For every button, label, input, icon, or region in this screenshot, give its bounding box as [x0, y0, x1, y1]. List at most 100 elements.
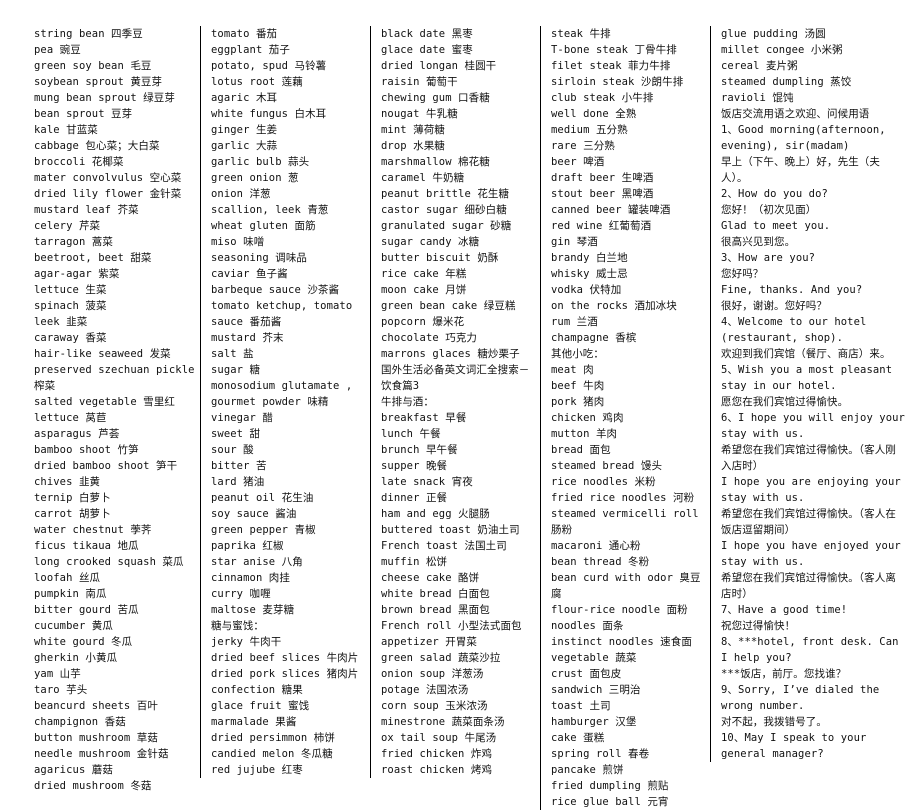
vocabulary-entry: needle mushroom 金针菇	[34, 748, 169, 760]
vocabulary-entry: lettuce 莴苣	[34, 412, 107, 424]
vocabulary-entry: flour-rice noodle 面粉	[551, 604, 688, 616]
vocabulary-entry: caramel 牛奶糖	[381, 172, 465, 184]
vocabulary-entry: 10、May I speak to your general manager?	[721, 732, 867, 760]
vocabulary-entry: medium 五分熟	[551, 124, 628, 136]
vocabulary-entry: cinnamon 肉挂	[211, 572, 290, 584]
vocabulary-entry: onion soup 洋葱汤	[381, 668, 484, 680]
vocabulary-entry: spring roll 春卷	[551, 748, 650, 760]
vocabulary-entry: 希望您在我们宾馆过得愉快。（客人离店时）	[721, 572, 896, 600]
vocabulary-entry: sugar candy 冰糖	[381, 236, 480, 248]
vocabulary-entry: fried chicken 炸鸡	[381, 748, 493, 760]
vocabulary-entry: 您好！（初次见面）	[721, 204, 817, 216]
text-column-2: tomato 番茄 eggplant 茄子 potato, spud 马铃薯 lotu…	[200, 26, 370, 778]
vocabulary-entry: castor sugar 细砂白糖	[381, 204, 507, 216]
vocabulary-entry: cabbage 包心菜；大白菜	[34, 140, 160, 152]
vocabulary-entry: leek 韭菜	[34, 316, 88, 328]
vocabulary-entry: T-bone steak 丁骨牛排	[551, 44, 677, 56]
vocabulary-entry: mustard leaf 芥菜	[34, 204, 139, 216]
vocabulary-entry: barbeque sauce 沙茶酱	[211, 284, 340, 296]
vocabulary-entry: 5、Wish you a most pleasant stay in our h…	[721, 364, 893, 392]
vocabulary-entry: mint 薄荷糖	[381, 124, 445, 136]
vocabulary-entry: string bean 四季豆	[34, 28, 143, 40]
vocabulary-entry: maltose 麦芽糖	[211, 604, 295, 616]
vocabulary-entry: dried persimmon 柿饼	[211, 732, 335, 744]
vocabulary-entry: crust 面包皮	[551, 668, 622, 680]
vocabulary-entry: brunch 早午餐	[381, 444, 458, 456]
vocabulary-entry: rice cake 年糕	[381, 268, 467, 280]
vocabulary-entry: bean thread 冬粉	[551, 556, 650, 568]
vocabulary-entry: dried longan 桂圆干	[381, 60, 497, 72]
vocabulary-entry: noodles 面条	[551, 620, 624, 632]
vocabulary-entry: glace fruit 蜜饯	[211, 700, 310, 712]
vocabulary-entry: draft beer 生啤酒	[551, 172, 654, 184]
vocabulary-entry: mutton 羊肉	[551, 428, 618, 440]
vocabulary-entry: champagne 香槟	[551, 332, 637, 344]
vocabulary-entry: chewing gum 口香糖	[381, 92, 490, 104]
vocabulary-entry: on the rocks 酒加冰块	[551, 300, 677, 312]
vocabulary-entry: salt 盐	[211, 348, 254, 360]
vocabulary-entry: salted vegetable 雪里红	[34, 396, 175, 408]
vocabulary-entry: dried mushroom 冬菇	[34, 780, 152, 792]
vocabulary-entry: cake 蛋糕	[551, 732, 605, 744]
vocabulary-entry: sandwich 三明治	[551, 684, 641, 696]
vocabulary-entry: taro 芋头	[34, 684, 88, 696]
vocabulary-entry: moon cake 月饼	[381, 284, 467, 296]
vocabulary-entry: lotus root 莲藕	[211, 76, 303, 88]
vocabulary-entry: sour 酸	[211, 444, 254, 456]
vocabulary-entry: chicken 鸡肉	[551, 412, 624, 424]
text-column-3: black date 黑枣 glace date 蜜枣 dried longan 桂…	[370, 26, 540, 778]
vocabulary-entry: preserved szechuan pickle 榨菜	[34, 364, 195, 392]
vocabulary-entry: brown bread 黑面包	[381, 604, 490, 616]
vocabulary-entry: dried beef slices 牛肉片	[211, 652, 359, 664]
vocabulary-entry: tomato 番茄	[211, 28, 278, 40]
vocabulary-entry: wheat gluten 面筋	[211, 220, 316, 232]
vocabulary-entry: red jujube 红枣	[211, 764, 303, 776]
vocabulary-entry: pork 猪肉	[551, 396, 605, 408]
vocabulary-entry: 7、Have a good time!	[721, 604, 848, 616]
vocabulary-entry: buttered toast 奶油土司	[381, 524, 520, 536]
vocabulary-entry: hamburger 汉堡	[551, 716, 637, 728]
vocabulary-entry: corn soup 玉米浓汤	[381, 700, 488, 712]
document-page: string bean 四季豆 pea 豌豆 green soy bean 毛豆 so…	[0, 0, 920, 810]
vocabulary-entry: ginger 生姜	[211, 124, 278, 136]
vocabulary-entry: 6、I hope you will enjoy your stay with u…	[721, 412, 905, 440]
vocabulary-entry: bread 面包	[551, 444, 611, 456]
vocabulary-entry: black date 黑枣	[381, 28, 473, 40]
vocabulary-entry: paprika 红椒	[211, 540, 284, 552]
vocabulary-entry: 1、Good morning(afternoon, evening), sir(…	[721, 124, 886, 152]
vocabulary-entry: chives 韭黄	[34, 476, 101, 488]
vocabulary-entry: 国外生活必备英文词汇全搜索－饮食篇3	[381, 364, 530, 392]
vocabulary-entry: caviar 鱼子酱	[211, 268, 288, 280]
vocabulary-entry: muffin 松饼	[381, 556, 448, 568]
vocabulary-entry: garlic bulb 蒜头	[211, 156, 310, 168]
vocabulary-entry: asparagus 芦荟	[34, 428, 120, 440]
vocabulary-entry: beancurd sheets 百叶	[34, 700, 158, 712]
vocabulary-entry: filet steak 菲力牛排	[551, 60, 671, 72]
vocabulary-entry: broccoli 花椰菜	[34, 156, 124, 168]
vocabulary-entry: French roll 小型法式面包	[381, 620, 522, 632]
vocabulary-entry: bean curd with odor 臭豆腐	[551, 572, 701, 600]
vocabulary-entry: nougat 牛乳糖	[381, 108, 458, 120]
vocabulary-entry: popcorn 爆米花	[381, 316, 465, 328]
vocabulary-entry: meat 肉	[551, 364, 594, 376]
vocabulary-entry: curry 咖喱	[211, 588, 271, 600]
vocabulary-entry: rum 兰酒	[551, 316, 598, 328]
vocabulary-entry: 对不起，我拨错号了。	[721, 716, 827, 728]
vocabulary-entry: cheese cake 酪饼	[381, 572, 480, 584]
vocabulary-entry: roast chicken 烤鸡	[381, 764, 493, 776]
vocabulary-entry: fried rice noodles 河粉	[551, 492, 695, 504]
vocabulary-entry: peanut oil 花生油	[211, 492, 314, 504]
vocabulary-entry: white fungus 白木耳	[211, 108, 327, 120]
vocabulary-entry: green pepper 青椒	[211, 524, 316, 536]
vocabulary-entry: tomato ketchup, tomato sauce 番茄酱	[211, 300, 353, 328]
vocabulary-entry: beer 啤酒	[551, 156, 605, 168]
vocabulary-entry: 欢迎到我们宾馆（餐厅、商店）来。	[721, 348, 891, 360]
vocabulary-entry: mustard 芥末	[211, 332, 284, 344]
vocabulary-entry: champignon 香菇	[34, 716, 126, 728]
vocabulary-entry: pumpkin 南瓜	[34, 588, 107, 600]
text-column-5: glue pudding 汤圆 millet congee 小米粥 cereal 麦…	[710, 26, 910, 762]
vocabulary-entry: star anise 八角	[211, 556, 303, 568]
text-column-1: string bean 四季豆 pea 豌豆 green soy bean 毛豆 so…	[10, 26, 200, 794]
vocabulary-entry: onion 洋葱	[211, 188, 271, 200]
vocabulary-entry: ham and egg 火腿肠	[381, 508, 490, 520]
